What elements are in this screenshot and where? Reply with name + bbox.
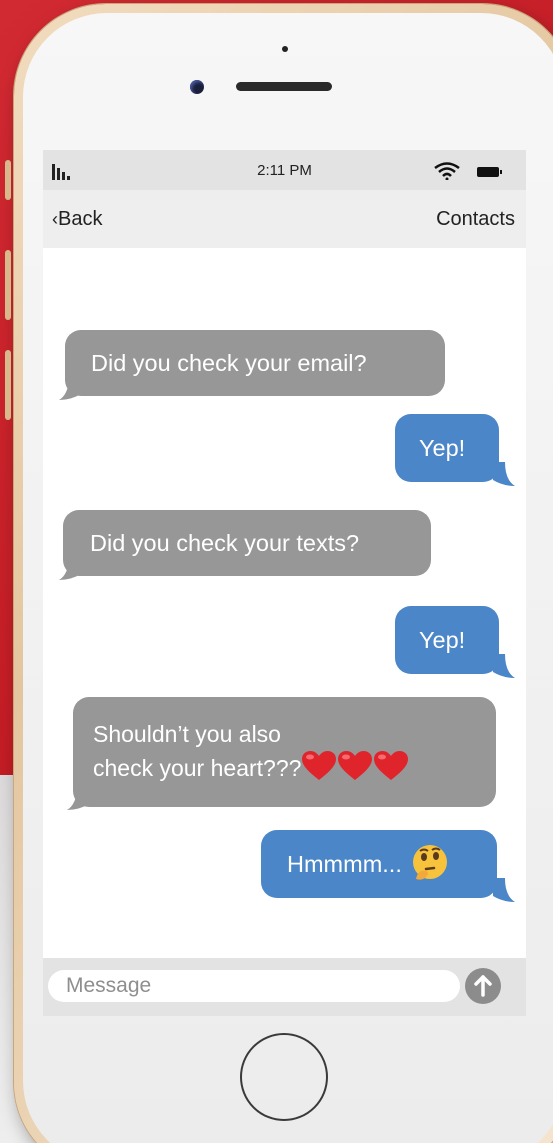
- nav-bar: ‹Back Contacts: [43, 190, 526, 248]
- message-text: Did you check your email?: [91, 350, 367, 376]
- battery-icon: [477, 167, 502, 177]
- red-heart-emoji: [374, 751, 409, 780]
- message-composer: [43, 958, 526, 1016]
- volume-up-button: [5, 250, 11, 320]
- volume-down-button: [5, 350, 11, 420]
- back-label: Back: [58, 208, 103, 230]
- status-bar: 2:11 PM: [43, 150, 526, 190]
- message-bubble-incoming: Shouldn’t you also check your heart???: [73, 697, 496, 807]
- arrow-up-icon: [474, 975, 492, 997]
- red-heart-emoji: [302, 751, 337, 780]
- proximity-sensor: [282, 46, 288, 52]
- message-bubble-incoming: Did you check your email?: [65, 330, 445, 396]
- message-text-line-2: check your heart???: [93, 755, 302, 781]
- message-bubble-outgoing: Yep!: [395, 606, 499, 674]
- back-button[interactable]: ‹Back: [52, 208, 102, 231]
- red-heart-emoji: [338, 751, 373, 780]
- earpiece-speaker: [236, 82, 332, 91]
- wifi-icon: [434, 162, 460, 180]
- message-text: Yep!: [419, 435, 466, 461]
- message-bubble-outgoing: Yep!: [395, 414, 499, 482]
- contacts-button[interactable]: Contacts: [436, 208, 515, 231]
- message-text: Hmmmm...: [287, 851, 402, 877]
- message-text: Yep!: [419, 627, 466, 653]
- home-button[interactable]: [240, 1033, 328, 1121]
- message-bubble-incoming: Did you check your texts?: [63, 510, 431, 576]
- mute-switch: [5, 160, 11, 200]
- send-button[interactable]: [465, 968, 501, 1004]
- front-camera: [190, 80, 204, 94]
- message-input[interactable]: [48, 970, 460, 1002]
- message-text: Did you check your texts?: [90, 530, 360, 556]
- message-text-line-1: Shouldn’t you also: [93, 721, 281, 747]
- phone-screen: 2:11 PM ‹Back Contacts Did you check you…: [43, 150, 526, 1016]
- thinking-face-emoji: [413, 845, 448, 880]
- message-bubble-outgoing: Hmmmm...: [261, 830, 497, 898]
